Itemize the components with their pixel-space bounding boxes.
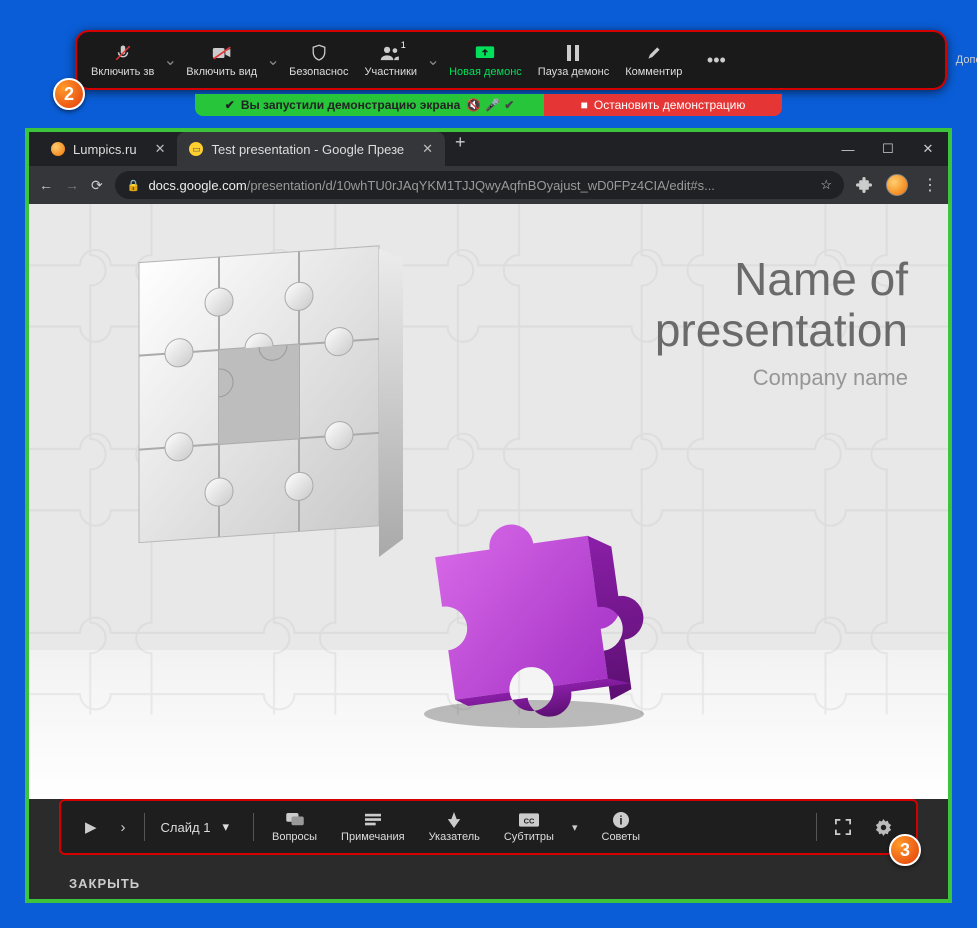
close-window-button[interactable]: ✕	[908, 141, 948, 157]
video-label: Включить вид	[186, 66, 257, 78]
share-active-notice: ✔Вы запустили демонстрацию экрана 🔇🎤✔	[195, 94, 544, 116]
captions-chevron-icon[interactable]: ▾	[560, 821, 590, 834]
audio-chevron-icon[interactable]: ⌄	[162, 50, 178, 70]
camera-off-icon	[212, 42, 232, 64]
fullscreen-button[interactable]	[823, 819, 863, 835]
captions-button[interactable]: CC Субтитры	[492, 811, 566, 843]
participants-count: 1	[401, 40, 406, 50]
tips-button[interactable]: i Советы	[590, 811, 652, 843]
unmute-button[interactable]: Включить зв	[83, 32, 162, 88]
annotate-button[interactable]: Комментир	[617, 32, 690, 88]
video-chevron-icon[interactable]: ⌄	[265, 50, 281, 70]
puzzle-cube-graphic	[119, 244, 419, 604]
reload-button[interactable]: ⟳	[91, 177, 103, 194]
more-label: Дополнит	[956, 54, 977, 66]
minimize-button[interactable]: —	[828, 141, 868, 157]
svg-text:i: i	[619, 815, 622, 827]
close-icon[interactable]: ✕	[155, 141, 166, 157]
chat-icon	[286, 811, 304, 829]
callout-badge-2: 2	[53, 78, 85, 110]
browser-addressbar: ← → ⟳ 🔒 docs.google.com/presentation/d/1…	[29, 166, 948, 204]
slide-selector[interactable]: Слайд 1 ▾	[151, 819, 247, 835]
back-button[interactable]: ←	[39, 177, 53, 193]
next-slide-button[interactable]: ›	[109, 819, 138, 836]
favicon-slides-icon: ▭	[189, 142, 203, 156]
tab-lumpics-label: Lumpics.ru	[73, 142, 137, 157]
svg-text:CC: CC	[523, 816, 534, 825]
new-tab-button[interactable]: +	[445, 132, 476, 166]
info-icon: i	[613, 811, 629, 829]
forward-button: →	[65, 177, 79, 193]
star-icon[interactable]: ☆	[820, 177, 832, 193]
play-button[interactable]: ▶	[73, 818, 109, 836]
new-share-label: Новая демонс	[449, 66, 522, 78]
presentation-toolbar: ▶ › Слайд 1 ▾ Вопросы Примечания Указател…	[59, 799, 918, 855]
favicon-lumpics-icon	[51, 142, 65, 156]
window-controls: — ☐ ✕	[828, 141, 948, 157]
notes-button[interactable]: Примечания	[329, 811, 417, 843]
tab-presentation[interactable]: ▭ Test presentation - Google Презе ✕	[177, 132, 445, 166]
url-input[interactable]: 🔒 docs.google.com/presentation/d/10whTU0…	[115, 171, 844, 199]
browser-titlebar: Lumpics.ru ✕ ▭ Test presentation - Googl…	[29, 132, 948, 166]
slide-title-line1: Name of	[734, 253, 908, 305]
maximize-button[interactable]: ☐	[868, 141, 908, 157]
chevron-down-icon: ▾	[222, 819, 229, 835]
slide-title-block: Name ofpresentation Company name	[655, 254, 908, 391]
share-status-bar: ✔Вы запустили демонстрацию экрана 🔇🎤✔ ■О…	[195, 94, 782, 116]
tab-presentation-label: Test presentation - Google Презе	[211, 142, 404, 157]
share-screen-icon	[475, 42, 495, 64]
microphone-muted-icon	[114, 42, 132, 64]
unmute-label: Включить зв	[91, 66, 154, 78]
participants-chevron-icon[interactable]: ⌄	[425, 50, 441, 70]
close-icon[interactable]: ✕	[422, 141, 433, 157]
shield-icon	[311, 42, 327, 64]
slide-subtitle: Company name	[655, 365, 908, 391]
pencil-icon	[646, 42, 662, 64]
pointer-button[interactable]: Указатель	[417, 811, 492, 843]
participants-label: Участники	[365, 66, 418, 78]
annotate-label: Комментир	[625, 66, 682, 78]
security-label: Безопаснос	[289, 66, 348, 78]
pause-share-button[interactable]: Пауза демонс	[530, 32, 617, 88]
puzzle-piece-graphic	[404, 504, 664, 734]
profile-avatar[interactable]	[886, 174, 908, 196]
slide-title-line2: presentation	[655, 304, 908, 356]
participants-button[interactable]: 1 Участники	[357, 32, 426, 88]
extensions-icon[interactable]	[856, 177, 872, 193]
new-share-button[interactable]: Новая демонс	[441, 32, 530, 88]
people-icon: 1	[380, 42, 402, 64]
presentation-slide: Name ofpresentation Company name	[29, 204, 948, 799]
settings-button[interactable]	[863, 819, 904, 836]
security-button[interactable]: Безопаснос	[281, 32, 356, 88]
questions-button[interactable]: Вопросы	[260, 811, 329, 843]
notes-icon	[365, 811, 381, 829]
menu-icon[interactable]: ⋮	[922, 175, 938, 195]
shared-screen-frame: Lumpics.ru ✕ ▭ Test presentation - Googl…	[25, 128, 952, 903]
stop-share-button[interactable]: ■Остановить демонстрацию	[544, 94, 782, 116]
callout-badge-3: 3	[889, 834, 921, 866]
pause-icon	[566, 42, 580, 64]
pause-share-label: Пауза демонс	[538, 66, 609, 78]
tab-lumpics[interactable]: Lumpics.ru ✕	[39, 132, 177, 166]
lock-icon: 🔒	[127, 179, 141, 192]
slide-selector-label: Слайд 1	[161, 820, 211, 835]
more-button[interactable]: •••	[694, 50, 738, 71]
start-video-button[interactable]: Включить вид	[178, 32, 265, 88]
close-presentation-button[interactable]: ЗАКРЫТЬ	[69, 876, 140, 891]
cc-icon: CC	[519, 811, 539, 829]
pointer-icon	[447, 811, 461, 829]
zoom-toolbar: Включить зв ⌄ Включить вид ⌄ Безопаснос …	[75, 30, 947, 90]
